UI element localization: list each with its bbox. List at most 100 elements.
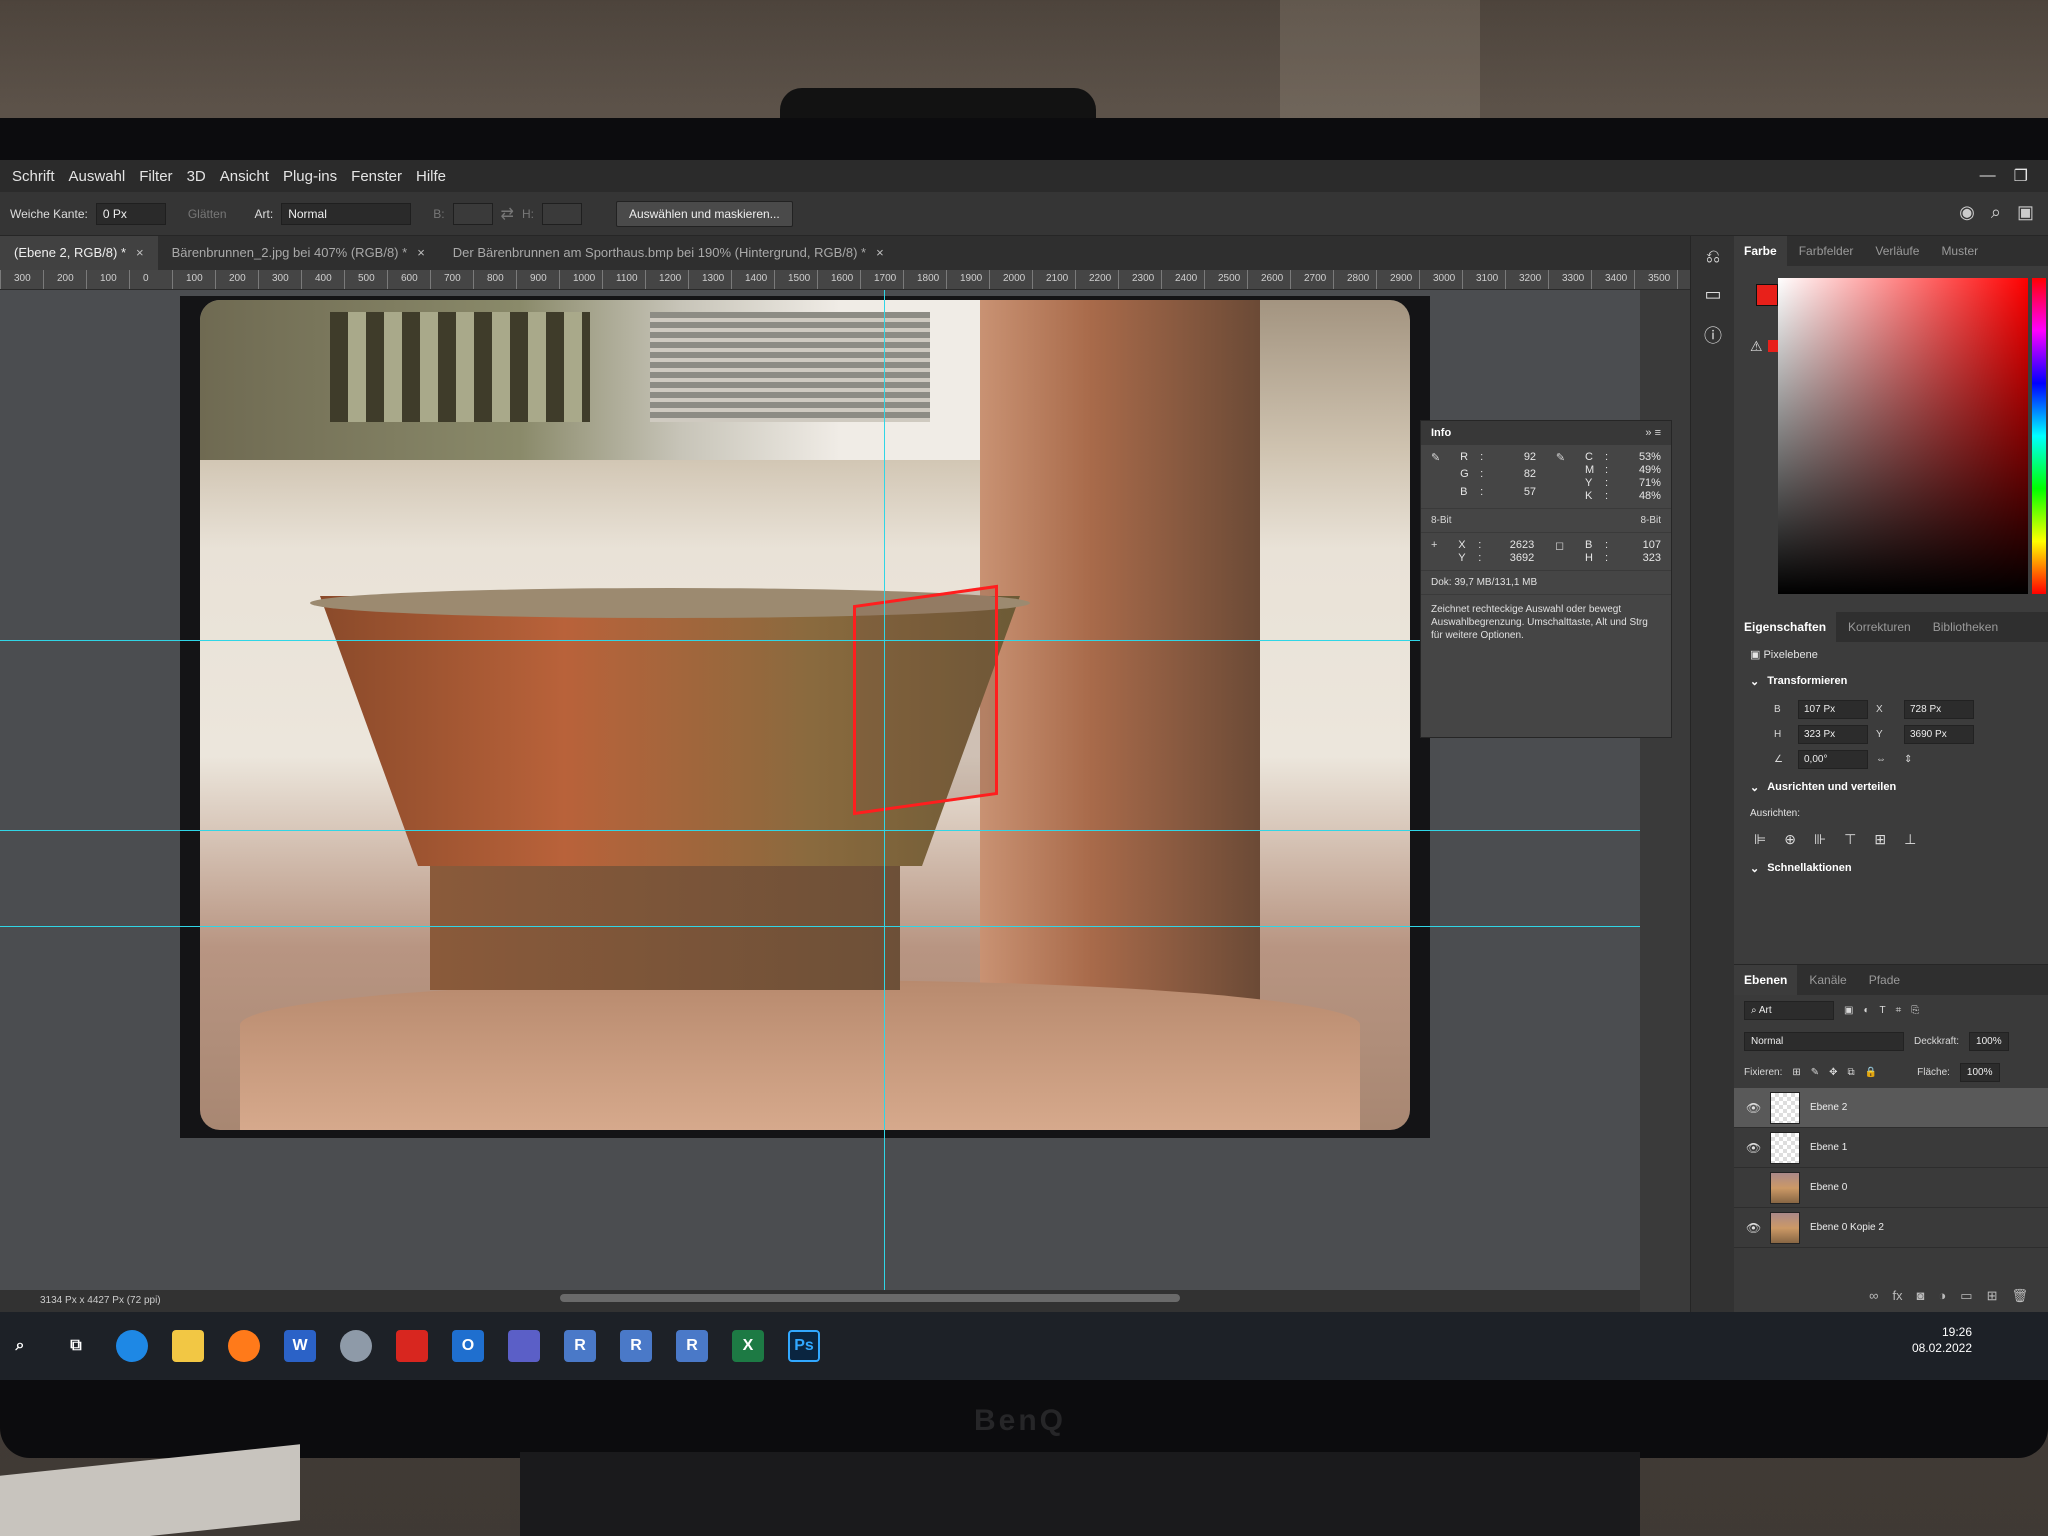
filter-adjust-icon[interactable]: ◐ <box>1863 1005 1869 1016</box>
adjustment-icon[interactable]: ◑ <box>1938 1288 1946 1306</box>
canvas-area[interactable]: Info » ≡ ✎ R: 92 G: 82 B: 57 ✎ C: 53% M: 49% Y: 71… <box>0 290 1672 1290</box>
guide-line[interactable] <box>0 640 1640 641</box>
tab-farbfelder[interactable]: Farbfelder <box>1789 236 1864 266</box>
transform-section[interactable]: ⌄ Transformieren <box>1734 667 2048 696</box>
lock-pixels-icon[interactable]: ✎ <box>1811 1067 1819 1078</box>
minimize-icon[interactable]: — <box>1980 167 1996 185</box>
menu-schrift[interactable]: Schrift <box>12 168 55 185</box>
flip-vertical-icon[interactable]: ⇕ <box>1904 754 1974 765</box>
firefox-icon[interactable] <box>228 1330 260 1362</box>
search-icon[interactable]: ⌕ <box>4 1330 36 1362</box>
height-field[interactable]: 323 Px <box>1798 725 1868 744</box>
tab-baerenbrunnen-sporthaus[interactable]: Der Bärenbrunnen am Sporthaus.bmp bei 19… <box>439 236 898 270</box>
trash-icon[interactable]: 🗑 <box>2011 1288 2028 1306</box>
share-icon[interactable]: ◉ <box>1959 202 1975 223</box>
panel-menu-icon[interactable]: » ≡ <box>1645 427 1661 439</box>
align-center-h-icon[interactable]: ⊕ <box>1784 831 1796 848</box>
tab-muster[interactable]: Muster <box>1931 236 1988 266</box>
tab-farbe[interactable]: Farbe <box>1734 236 1787 266</box>
word-icon[interactable]: W <box>284 1330 316 1362</box>
align-left-icon[interactable]: ⊫ <box>1754 831 1766 848</box>
r-app-1-icon[interactable]: R <box>564 1330 596 1362</box>
search-icon[interactable]: ⌕ <box>1991 202 2001 223</box>
filter-type-icon[interactable]: T <box>1880 1005 1886 1016</box>
y-field[interactable]: 3690 Px <box>1904 725 1974 744</box>
lock-transparency-icon[interactable]: ⊞ <box>1792 1067 1800 1078</box>
layer-row[interactable]: 👁 Ebene 0 Kopie 2 <box>1734 1208 2048 1248</box>
tab-pfade[interactable]: Pfade <box>1859 965 1910 995</box>
lock-artboard-icon[interactable]: ⧉ <box>1848 1067 1855 1078</box>
filter-shape-icon[interactable]: ⌗ <box>1896 1005 1902 1016</box>
workspace-icon[interactable]: ▣ <box>2017 202 2034 223</box>
menu-hilfe[interactable]: Hilfe <box>416 168 446 185</box>
filter-smart-icon[interactable]: ⎘ <box>1911 1005 1919 1016</box>
align-right-icon[interactable]: ⊪ <box>1814 831 1826 848</box>
link-icon[interactable]: ∞ <box>1869 1288 1878 1306</box>
outlook-icon[interactable]: O <box>452 1330 484 1362</box>
tab-baerenbrunnen-2[interactable]: Bärenbrunnen_2.jpg bei 407% (RGB/8) * × <box>158 236 439 270</box>
opacity-field[interactable]: 100% <box>1969 1032 2009 1051</box>
blend-mode-select[interactable]: Normal <box>1744 1032 1904 1051</box>
menu-auswahl[interactable]: Auswahl <box>69 168 126 185</box>
tab-bibliotheken[interactable]: Bibliotheken <box>1923 612 2008 642</box>
tab-ebene-2[interactable]: (Ebene 2, RGB/8) * × <box>0 236 158 270</box>
explorer-icon[interactable] <box>172 1330 204 1362</box>
photoshop-icon[interactable]: Ps <box>788 1330 820 1362</box>
fountain-photo[interactable] <box>200 300 1410 1130</box>
angle-field[interactable]: 0,00° <box>1798 750 1868 769</box>
menu-plugins[interactable]: Plug-ins <box>283 168 337 185</box>
filter-pixel-icon[interactable]: ▣ <box>1844 1005 1853 1016</box>
tab-kanaele[interactable]: Kanäle <box>1799 965 1856 995</box>
layer-row[interactable]: 👁 Ebene 1 <box>1734 1128 2048 1168</box>
cloud-app-icon[interactable] <box>340 1330 372 1362</box>
align-center-v-icon[interactable]: ⊞ <box>1874 831 1886 848</box>
task-view-icon[interactable]: ⧉ <box>60 1330 92 1362</box>
eye-icon[interactable]: 👁 <box>1746 1101 1761 1115</box>
layer-thumbnail[interactable] <box>1770 1171 1800 1204</box>
width-input[interactable] <box>452 202 493 225</box>
layer-thumbnail[interactable] <box>1770 1091 1800 1124</box>
new-layer-icon[interactable]: ⊞ <box>1987 1288 1998 1306</box>
r-app-2-icon[interactable]: R <box>620 1330 652 1362</box>
feather-input[interactable]: 0 Px <box>95 202 166 225</box>
tab-ebenen[interactable]: Ebenen <box>1734 965 1798 995</box>
foreground-color-swatch[interactable] <box>1756 284 1778 306</box>
tab-korrekturen[interactable]: Korrekturen <box>1838 612 1921 642</box>
lock-position-icon[interactable]: ✥ <box>1829 1067 1837 1078</box>
layer-row[interactable]: 👁 Ebene 2 <box>1734 1088 2048 1128</box>
r-app-3-icon[interactable]: R <box>676 1330 708 1362</box>
lock-all-icon[interactable]: 🔒 <box>1865 1067 1877 1078</box>
tab-verlaeufe[interactable]: Verläufe <box>1865 236 1929 266</box>
history-icon[interactable]: ⎌ <box>1699 246 1727 274</box>
layer-row[interactable]: Ebene 0 <box>1734 1168 2048 1208</box>
layer-name[interactable]: Ebene 2 <box>1810 1102 1847 1113</box>
align-section[interactable]: ⌄ Ausrichten und verteilen <box>1734 773 2048 802</box>
align-bottom-icon[interactable]: ⊥ <box>1904 831 1916 848</box>
hue-slider[interactable] <box>2032 278 2046 594</box>
layer-thumbnail[interactable] <box>1770 1211 1800 1244</box>
eye-icon[interactable]: 👁 <box>1746 1141 1761 1155</box>
smooth-checkbox[interactable]: Glätten <box>188 207 227 221</box>
guide-line[interactable] <box>0 830 1640 831</box>
swap-icon[interactable]: ⇄ <box>501 204 514 224</box>
close-icon[interactable]: × <box>417 245 425 261</box>
flip-horizontal-icon[interactable]: ⇔ <box>1876 754 1896 765</box>
menu-ansicht[interactable]: Ansicht <box>220 168 269 185</box>
system-clock[interactable]: 19:26 08.02.2022 <box>1912 1324 1972 1356</box>
selection-outline[interactable] <box>853 584 998 816</box>
layer-thumbnail[interactable] <box>1770 1131 1800 1164</box>
excel-icon[interactable]: X <box>732 1330 764 1362</box>
height-input[interactable] <box>541 202 582 225</box>
menu-3d[interactable]: 3D <box>187 168 206 185</box>
menu-fenster[interactable]: Fenster <box>351 168 402 185</box>
fill-field[interactable]: 100% <box>1959 1063 2000 1082</box>
mask-icon[interactable]: ◙ <box>1917 1288 1925 1306</box>
comments-icon[interactable]: ▭ <box>1699 284 1727 312</box>
guide-line[interactable] <box>884 290 885 1290</box>
layer-filter-select[interactable]: ⌕ Art <box>1744 1001 1834 1020</box>
horizontal-ruler[interactable]: 300 200 100 0 100 200 300 400 500 600 700 800 900 100… <box>0 270 1690 290</box>
layer-name[interactable]: Ebene 0 Kopie 2 <box>1810 1222 1884 1233</box>
teams-icon[interactable] <box>508 1330 540 1362</box>
align-top-icon[interactable]: ⊤ <box>1844 831 1856 848</box>
close-icon[interactable]: × <box>876 245 884 261</box>
